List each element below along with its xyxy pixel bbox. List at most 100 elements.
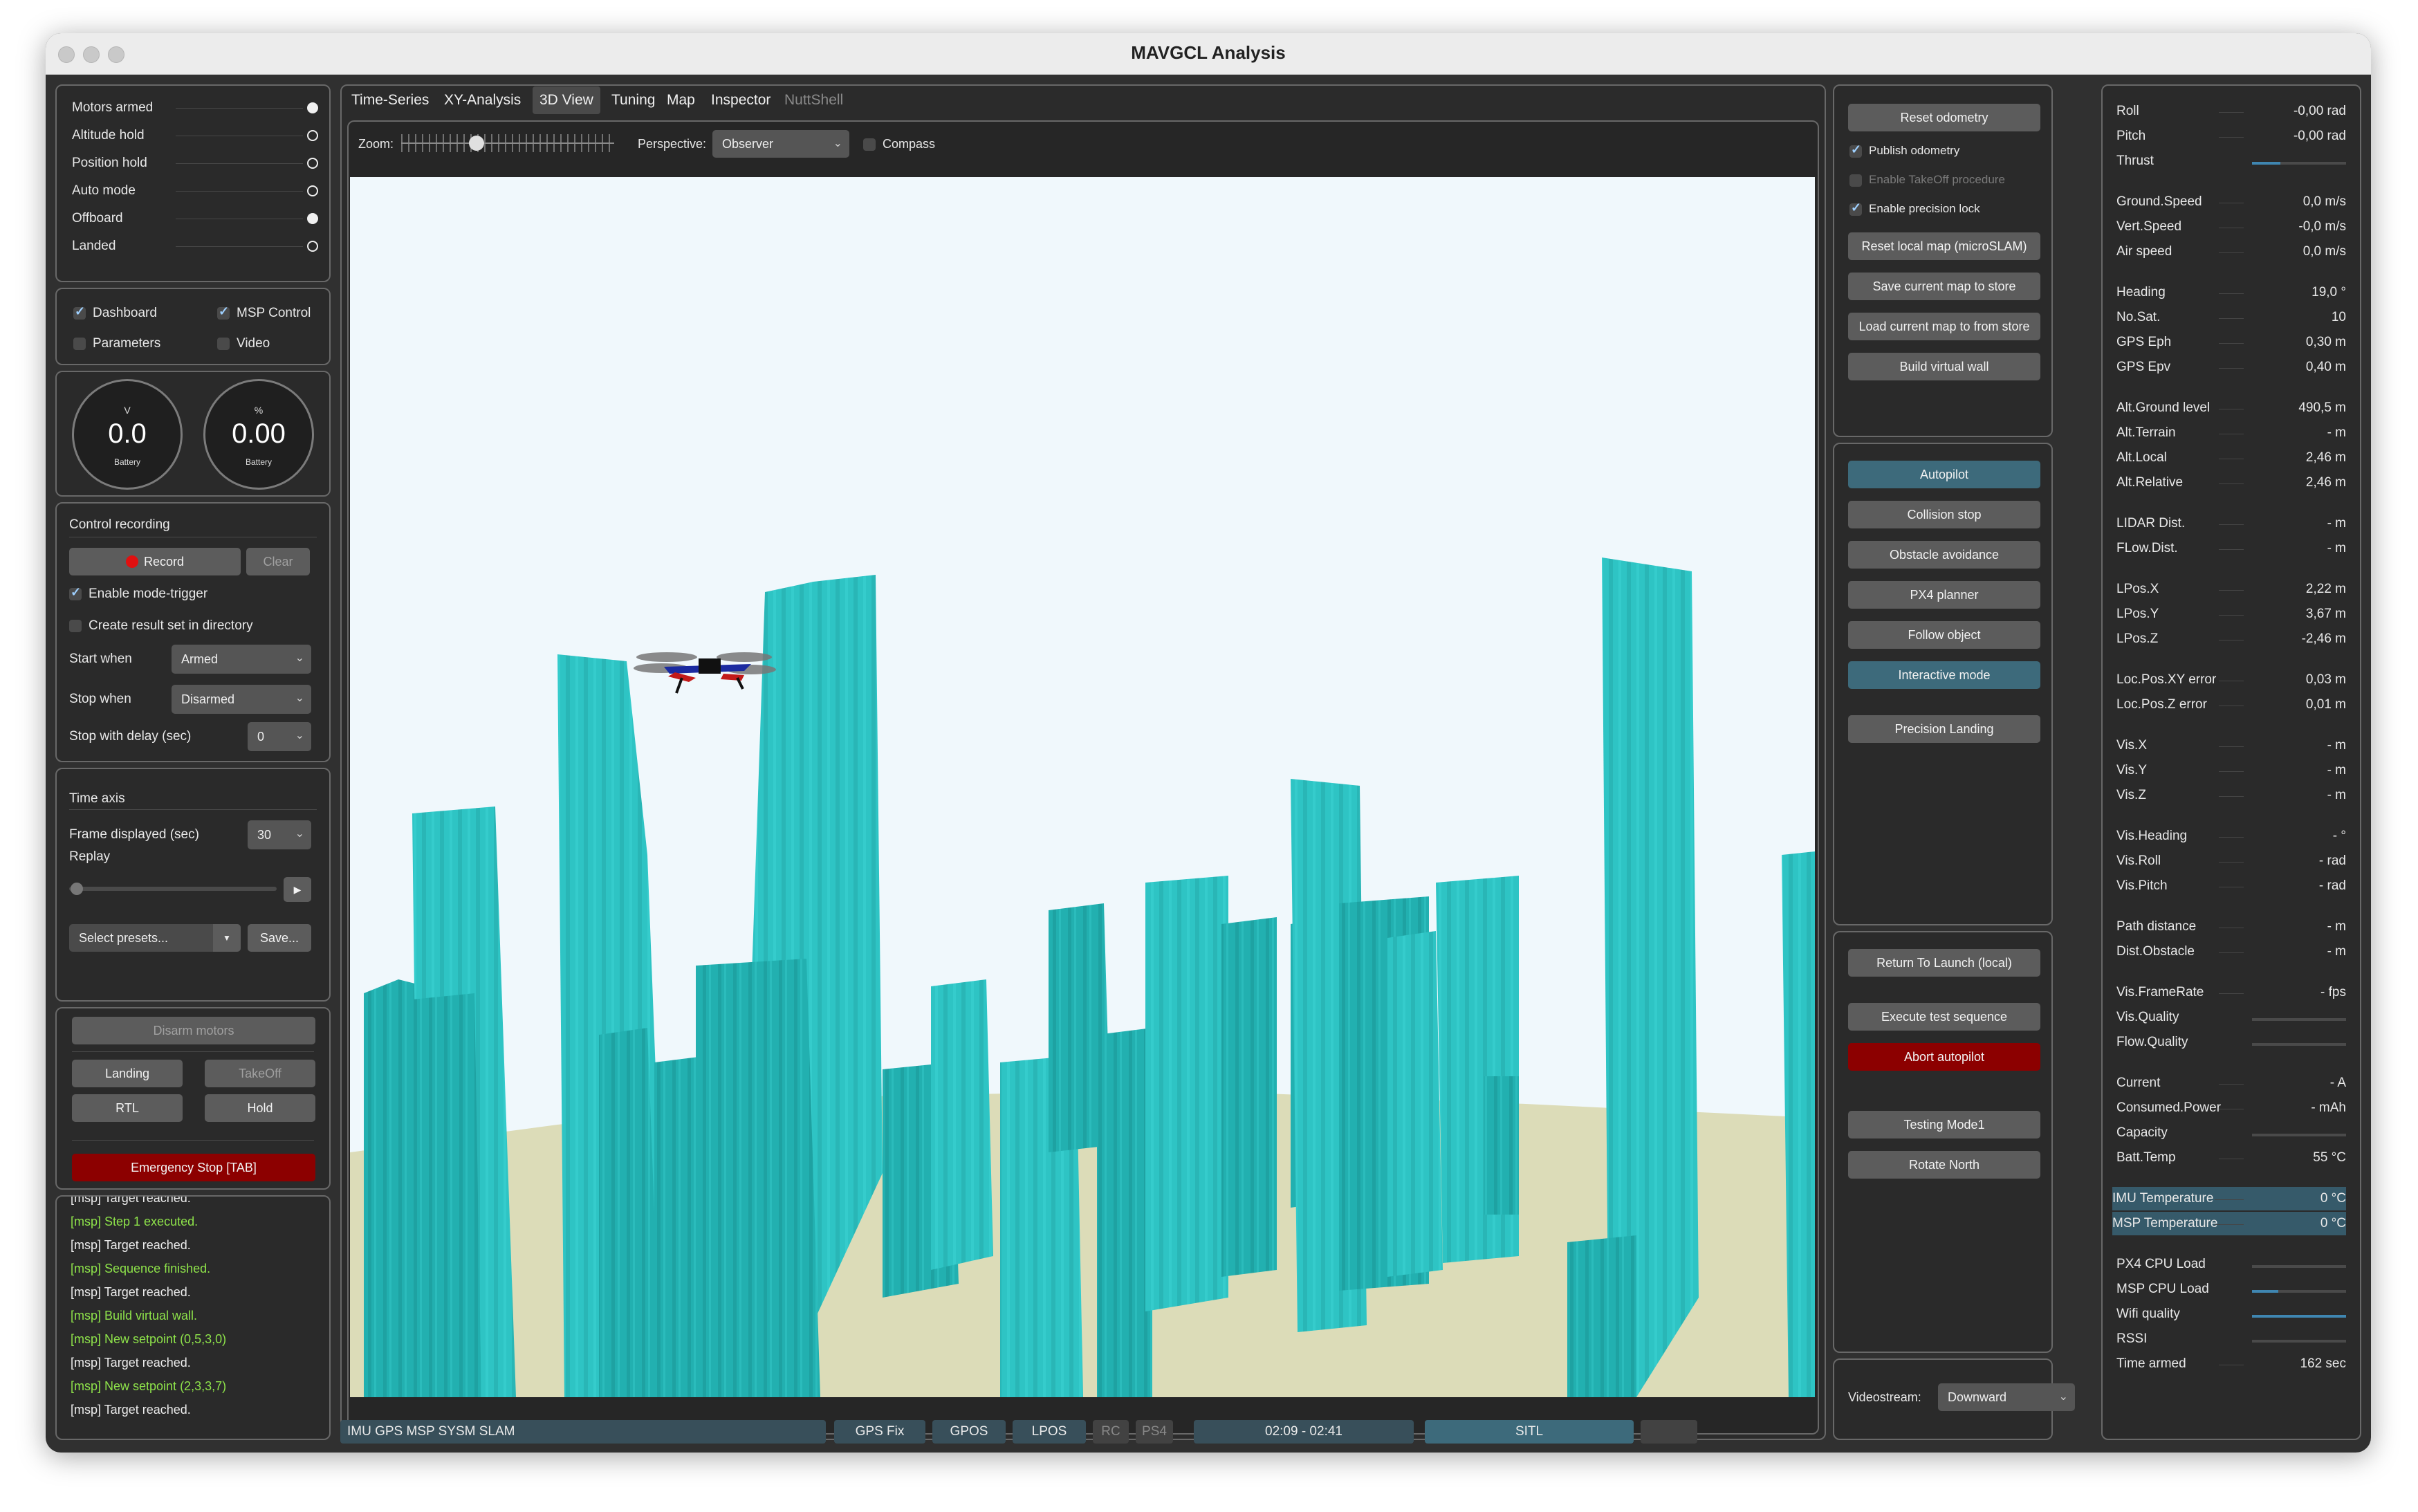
tab-nuttshell[interactable]: NuttShell xyxy=(777,86,850,114)
create-result-checkbox[interactable]: Create result set in directory xyxy=(69,618,253,634)
telemetry-key: LIDAR Dist. xyxy=(2116,516,2186,531)
telemetry-gps-eph: GPS Eph 0,30 m xyxy=(2116,331,2346,354)
clear-button[interactable]: Clear xyxy=(246,548,310,575)
rtl-button[interactable]: RTL xyxy=(72,1094,183,1122)
tab-map[interactable]: Map xyxy=(660,86,702,114)
build-virtual-wall-button[interactable]: Build virtual wall xyxy=(1848,353,2040,380)
compass-checkbox[interactable]: Compass xyxy=(863,137,935,151)
testing-mode-button[interactable]: Testing Mode1 xyxy=(1848,1111,2040,1138)
telemetry-key: Vis.Heading xyxy=(2116,829,2188,843)
rc-status: RC xyxy=(1093,1420,1129,1444)
reset-local-map-button[interactable]: Reset local map (microSLAM) xyxy=(1848,232,2040,260)
presets-select[interactable]: Select presets... ▼ xyxy=(69,924,241,952)
telemetry-key: Current xyxy=(2116,1076,2161,1090)
perspective-select[interactable]: Observer ⌄ xyxy=(712,130,849,158)
telemetry-loc-pos-xy-error: Loc.Pos.XY error 0,03 m xyxy=(2116,668,2346,692)
emergency-stop-button[interactable]: Emergency Stop [TAB] xyxy=(72,1154,315,1181)
chevron-down-icon: ⌄ xyxy=(295,692,304,704)
vehicle-controls-panel: Disarm motors Landing TakeOff RTL Hold E… xyxy=(55,1007,331,1190)
flag-label: Landed xyxy=(72,239,116,253)
telemetry-rssi: RSSI xyxy=(2116,1327,2346,1351)
enable-mode-trigger-checkbox[interactable]: Enable mode-trigger xyxy=(69,585,207,602)
telemetry-flow-dist-: FLow.Dist. - m xyxy=(2116,537,2346,560)
telemetry-capacity: Capacity xyxy=(2116,1121,2346,1145)
tab-tuning[interactable]: Tuning xyxy=(604,86,662,114)
follow-object-button[interactable]: Follow object xyxy=(1848,621,2040,649)
telemetry-key: MSP Temperature xyxy=(2112,1216,2218,1230)
tab-time-series[interactable]: Time-Series xyxy=(344,86,436,114)
landing-button[interactable]: Landing xyxy=(72,1060,183,1087)
precision-landing-button[interactable]: Precision Landing xyxy=(1848,715,2040,743)
enable-precision-lock-checkbox[interactable]: Enable precision lock xyxy=(1849,201,1980,216)
telemetry-key: Wifi quality xyxy=(2116,1307,2180,1321)
log-entry: [msp] Step 1 executed. xyxy=(71,1215,199,1228)
telemetry-key: GPS Epv xyxy=(2116,360,2171,374)
record-button[interactable]: Record xyxy=(69,548,241,575)
interactive-mode-button[interactable]: Interactive mode xyxy=(1848,661,2040,689)
chevron-down-icon: ⌄ xyxy=(295,828,304,840)
autopilot-button[interactable]: Autopilot xyxy=(1848,461,2040,488)
obstacle-avoidance-button[interactable]: Obstacle avoidance xyxy=(1848,541,2040,569)
stop-when-select[interactable]: Disarmed ⌄ xyxy=(172,685,311,714)
videostream-select[interactable]: Downward ⌄ xyxy=(1938,1383,2075,1411)
tab-3d-view[interactable]: 3D View xyxy=(533,86,600,114)
control-recording-panel: Control recording Record Clear Enable mo… xyxy=(55,502,331,762)
px4-planner-button[interactable]: PX4 planner xyxy=(1848,581,2040,609)
time-axis-panel: Time axis Frame displayed (sec) 30 ⌄ Repl… xyxy=(55,768,331,1002)
3d-scene-viewport[interactable] xyxy=(350,177,1815,1397)
telemetry-lidar-dist-: LIDAR Dist. - m xyxy=(2116,512,2346,535)
hold-button[interactable]: Hold xyxy=(205,1094,315,1122)
save-map-button[interactable]: Save current map to store xyxy=(1848,273,2040,300)
replay-slider-handle[interactable] xyxy=(71,883,83,895)
reset-odometry-button[interactable]: Reset odometry xyxy=(1848,104,2040,131)
telemetry-value: - m xyxy=(2327,788,2346,802)
takeoff-button[interactable]: TakeOff xyxy=(205,1060,315,1087)
telemetry-value: - A xyxy=(2329,1076,2346,1090)
telemetry-alt-terrain: Alt.Terrain - m xyxy=(2116,421,2346,445)
telemetry-msp-temperature: MSP Temperature 0 °C xyxy=(2112,1212,2346,1235)
zoom-slider-handle[interactable] xyxy=(469,136,484,151)
telemetry-key: Alt.Ground level xyxy=(2116,400,2211,415)
frame-displayed-select[interactable]: 30 ⌄ xyxy=(248,820,311,849)
telemetry-dist-obstacle: Dist.Obstacle - m xyxy=(2116,940,2346,964)
stop-delay-select[interactable]: 0 ⌄ xyxy=(248,722,311,751)
play-button[interactable]: ▶ xyxy=(284,877,311,902)
abort-autopilot-button[interactable]: Abort autopilot xyxy=(1848,1043,2040,1071)
disarm-motors-button[interactable]: Disarm motors xyxy=(72,1017,315,1044)
flag-altitude-hold: Altitude hold xyxy=(72,123,329,148)
telemetry-lpos-z: LPos.Z -2,46 m xyxy=(2116,627,2346,651)
enable-takeoff-checkbox[interactable]: Enable TakeOff procedure xyxy=(1849,173,2005,187)
publish-odometry-checkbox[interactable]: Publish odometry xyxy=(1849,142,1959,158)
video-checkbox[interactable]: Video xyxy=(217,336,270,351)
telemetry-thrust: Thrust xyxy=(2116,149,2346,173)
parameters-checkbox[interactable]: Parameters xyxy=(73,336,160,351)
execute-test-sequence-button[interactable]: Execute test sequence xyxy=(1848,1003,2040,1031)
telemetry-key: Thrust xyxy=(2116,154,2154,168)
telemetry-air-speed: Air speed 0,0 m/s xyxy=(2116,240,2346,264)
collision-stop-button[interactable]: Collision stop xyxy=(1848,501,2040,528)
videostream-panel: Videostream: Downward ⌄ xyxy=(1833,1358,2075,1440)
log-entry: [msp] Target reached. xyxy=(71,1403,191,1417)
log-entry: [msp] Target reached. xyxy=(71,1285,191,1299)
dashboard-checkbox[interactable]: Dashboard xyxy=(73,304,157,321)
status-indicator-icon xyxy=(307,102,318,113)
rotate-north-button[interactable]: Rotate North xyxy=(1848,1151,2040,1179)
start-when-select[interactable]: Armed ⌄ xyxy=(172,645,311,674)
app-window: MAVGCL Analysis Motors armed Altitude hol… xyxy=(46,33,2371,1453)
telemetry-lpos-y: LPos.Y 3,67 m xyxy=(2116,602,2346,626)
log-entry: [msp] Target reached. xyxy=(71,1195,191,1205)
replay-slider[interactable] xyxy=(69,887,277,891)
chevron-down-icon: ⌄ xyxy=(2058,1391,2068,1403)
msp-control-checkbox[interactable]: MSP Control xyxy=(217,304,311,321)
message-log[interactable]: [msp] Target reached. [msp] Step 1 execut… xyxy=(55,1195,331,1440)
load-map-button[interactable]: Load current map to from store xyxy=(1848,313,2040,340)
tab-xy-analysis[interactable]: XY-Analysis xyxy=(437,86,528,114)
return-to-launch-button[interactable]: Return To Launch (local) xyxy=(1848,949,2040,977)
save-presets-button[interactable]: Save... xyxy=(248,924,311,952)
tab-inspector[interactable]: Inspector xyxy=(704,86,777,114)
views-panel: Dashboard MSP Control Parameters Video xyxy=(55,288,331,365)
log-entry: [msp] Build virtual wall. xyxy=(71,1309,198,1322)
chevron-down-icon: ⌄ xyxy=(295,652,304,664)
telemetry-value: 19,0 ° xyxy=(2311,285,2346,299)
telemetry-key: Loc.Pos.Z error xyxy=(2116,697,2207,712)
